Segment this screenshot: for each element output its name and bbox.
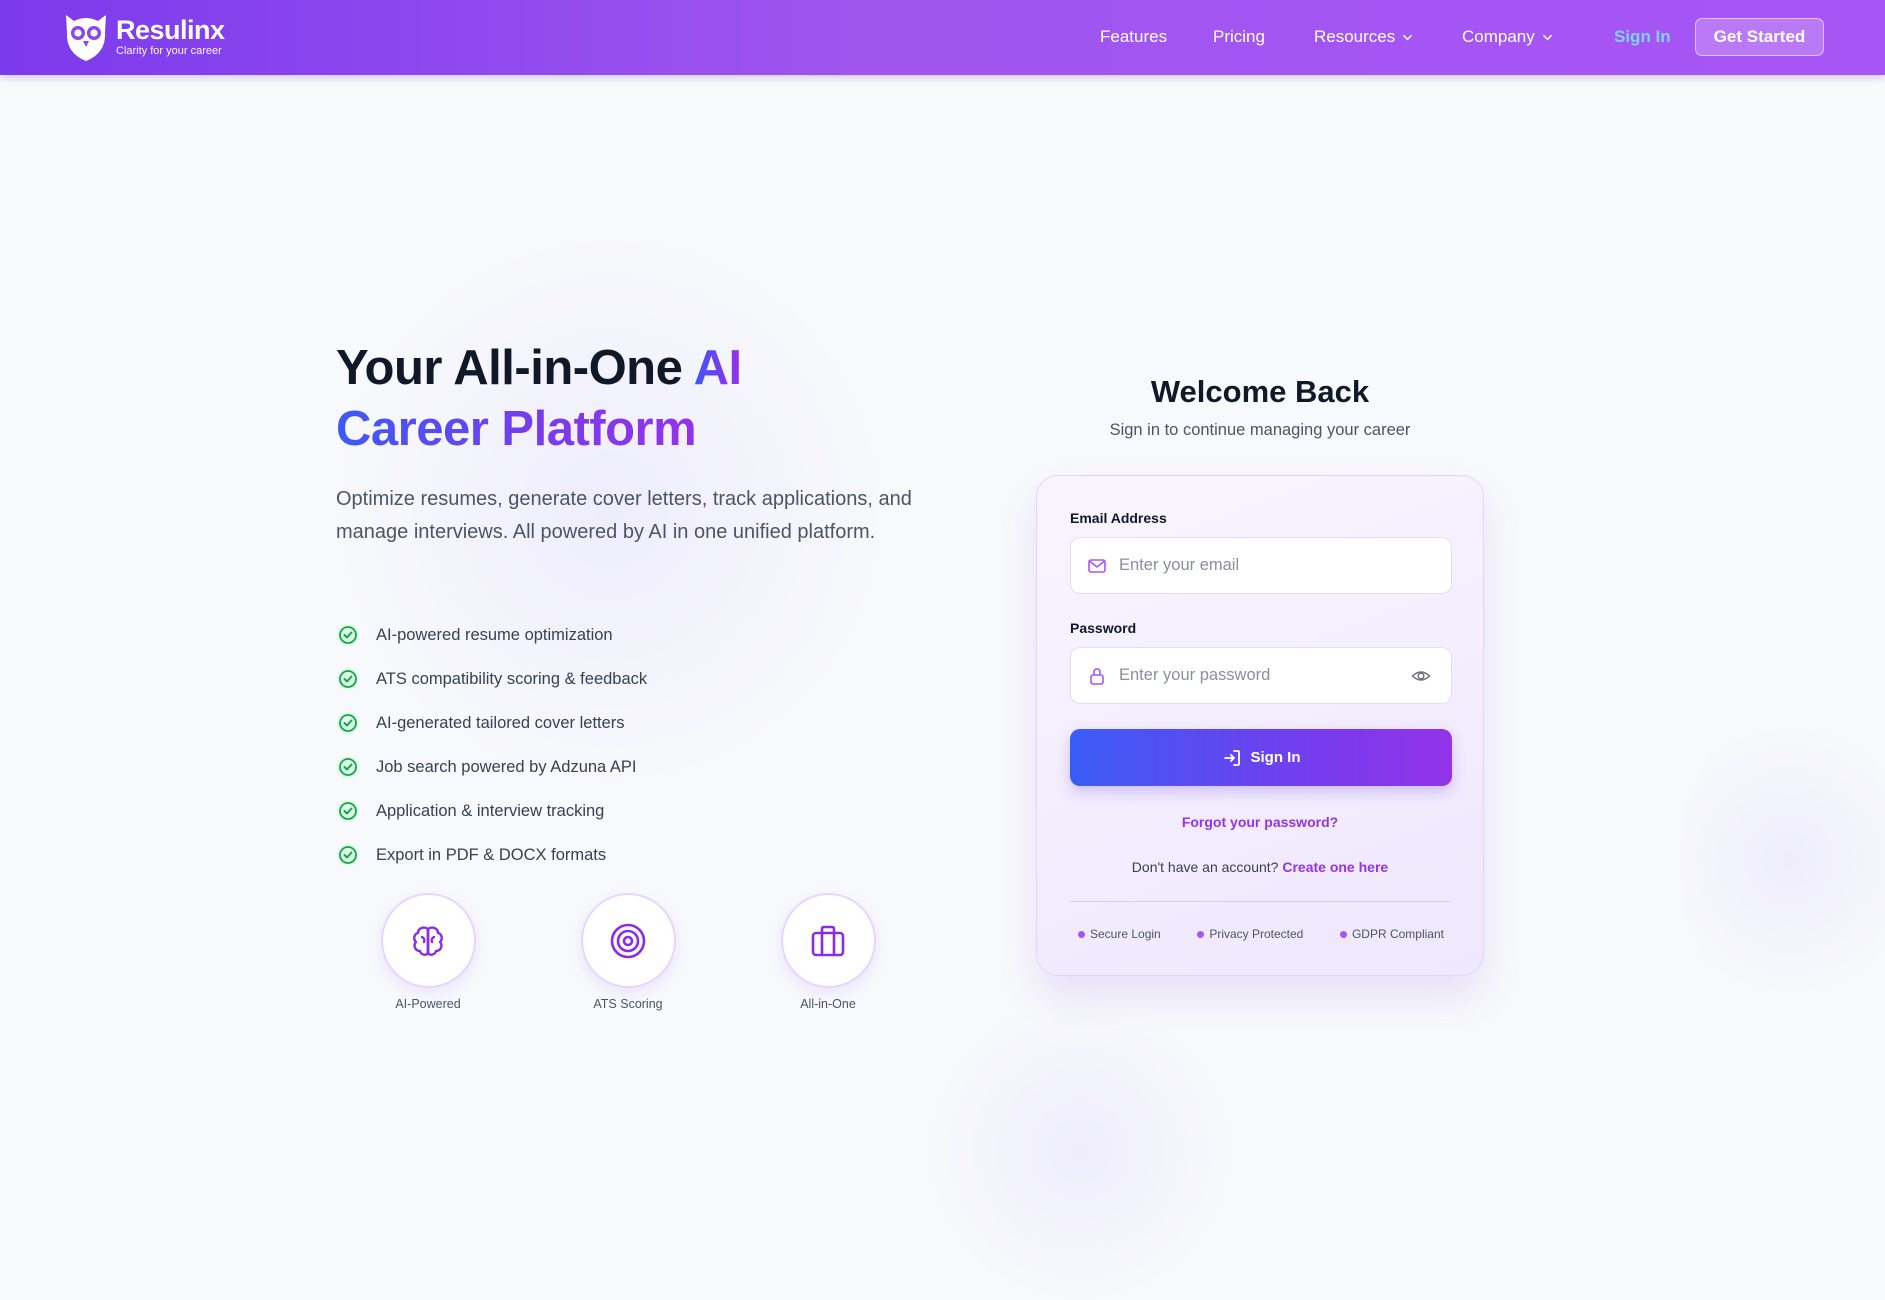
sign-in-button[interactable]: Sign In — [1070, 729, 1452, 786]
badge-label: AI-Powered — [395, 997, 461, 1011]
badge-ats-scoring: ATS Scoring — [568, 893, 688, 1011]
check-circle-icon — [337, 668, 359, 690]
feature-text: Export in PDF & DOCX formats — [376, 845, 607, 864]
hero-title-part1: Your All-in-One — [336, 341, 694, 395]
create-account-row: Don't have an account? Create one here — [1037, 859, 1483, 875]
nav-company[interactable]: Company — [1462, 27, 1553, 47]
nav-resources[interactable]: Resources — [1314, 27, 1413, 47]
trust-indicators: Secure Login Privacy Protected GDPR Comp… — [1070, 927, 1452, 941]
feature-text: AI-powered resume optimization — [376, 625, 613, 644]
top-navigation-bar: Resulinx Clarity for your career Feature… — [0, 0, 1885, 75]
check-circle-icon — [337, 844, 359, 866]
password-placeholder: Enter your password — [1119, 666, 1271, 684]
check-circle-icon — [337, 756, 359, 778]
nav-pricing[interactable]: Pricing — [1213, 27, 1265, 47]
list-item: AI-powered resume optimization — [336, 613, 647, 657]
hero-title-highlight-ai: AI — [693, 341, 743, 395]
divider — [1070, 901, 1452, 902]
nav-company-label: Company — [1462, 27, 1535, 46]
nav-features[interactable]: Features — [1100, 27, 1167, 47]
nav-sign-in-link[interactable]: Sign In — [1614, 27, 1671, 47]
list-item: Job search powered by Adzuna API — [336, 745, 647, 789]
check-circle-icon — [337, 712, 359, 734]
target-icon — [610, 923, 646, 958]
nav-pricing-label: Pricing — [1213, 27, 1265, 46]
badge-label: All-in-One — [800, 997, 856, 1011]
trust-privacy: Privacy Protected — [1197, 927, 1303, 941]
list-item: AI-generated tailored cover letters — [336, 701, 647, 745]
badge-label: ATS Scoring — [593, 997, 663, 1011]
trust-gdpr: GDPR Compliant — [1339, 927, 1444, 941]
brain-icon — [413, 925, 443, 956]
feature-text: Application & interview tracking — [376, 801, 605, 820]
sign-in-button-label: Sign In — [1250, 749, 1301, 766]
email-placeholder: Enter your email — [1119, 556, 1240, 574]
password-label: Password — [1070, 620, 1137, 636]
chevron-down-icon — [1403, 34, 1413, 40]
trust-secure-login: Secure Login — [1078, 927, 1161, 941]
trust-label: Privacy Protected — [1209, 927, 1304, 941]
login-arrow-icon — [1223, 749, 1240, 766]
hero-title: Your All-in-One AI Career Platform — [336, 338, 896, 460]
create-account-link[interactable]: Create one here — [1282, 859, 1388, 875]
brand-tagline: Clarity for your career — [116, 45, 222, 57]
nav-features-label: Features — [1100, 27, 1168, 46]
login-subtitle: Sign in to continue managing your career — [1109, 421, 1411, 439]
briefcase-icon — [811, 925, 845, 956]
check-circle-icon — [337, 624, 359, 646]
no-account-text: Don't have an account? — [1131, 859, 1279, 875]
email-field[interactable]: Enter your email — [1070, 537, 1452, 594]
login-card: Email Address Enter your email Password … — [1036, 475, 1484, 976]
email-label: Email Address — [1070, 510, 1167, 526]
badge-ai-powered: AI-Powered — [368, 893, 488, 1011]
chevron-down-icon — [1542, 34, 1552, 40]
owl-logo-icon — [66, 15, 106, 61]
feature-list: AI-powered resume optimization ATS compa… — [336, 613, 647, 877]
get-started-button[interactable]: Get Started — [1695, 18, 1824, 56]
forgot-password-link[interactable]: Forgot your password? — [1037, 814, 1483, 830]
list-item: ATS compatibility scoring & feedback — [336, 657, 647, 701]
hero-description: Optimize resumes, generate cover letters… — [336, 488, 912, 543]
list-item: Export in PDF & DOCX formats — [336, 833, 647, 877]
nav-resources-label: Resources — [1314, 27, 1396, 46]
feature-text: AI-generated tailored cover letters — [376, 713, 625, 732]
list-item: Application & interview tracking — [336, 789, 647, 833]
bullet-dot — [1078, 930, 1085, 938]
lock-icon — [1090, 667, 1104, 685]
password-field[interactable]: Enter your password — [1070, 647, 1452, 704]
brand-name: Resulinx — [116, 15, 225, 45]
trust-label: GDPR Compliant — [1351, 927, 1444, 941]
trust-label: Secure Login — [1090, 927, 1161, 941]
bullet-dot — [1197, 930, 1205, 938]
feature-text: Job search powered by Adzuna API — [376, 757, 637, 776]
eye-icon[interactable] — [1411, 666, 1431, 686]
check-circle-icon — [337, 800, 359, 822]
hero-title-highlight-platform: Career Platform — [336, 402, 697, 456]
badge-all-in-one: All-in-One — [768, 893, 888, 1011]
mail-icon — [1088, 558, 1106, 573]
bullet-dot — [1339, 930, 1347, 938]
login-title: Welcome Back — [1150, 374, 1370, 409]
feature-text: ATS compatibility scoring & feedback — [376, 669, 648, 688]
brand-logo[interactable]: Resulinx Clarity for your career — [62, 11, 225, 63]
